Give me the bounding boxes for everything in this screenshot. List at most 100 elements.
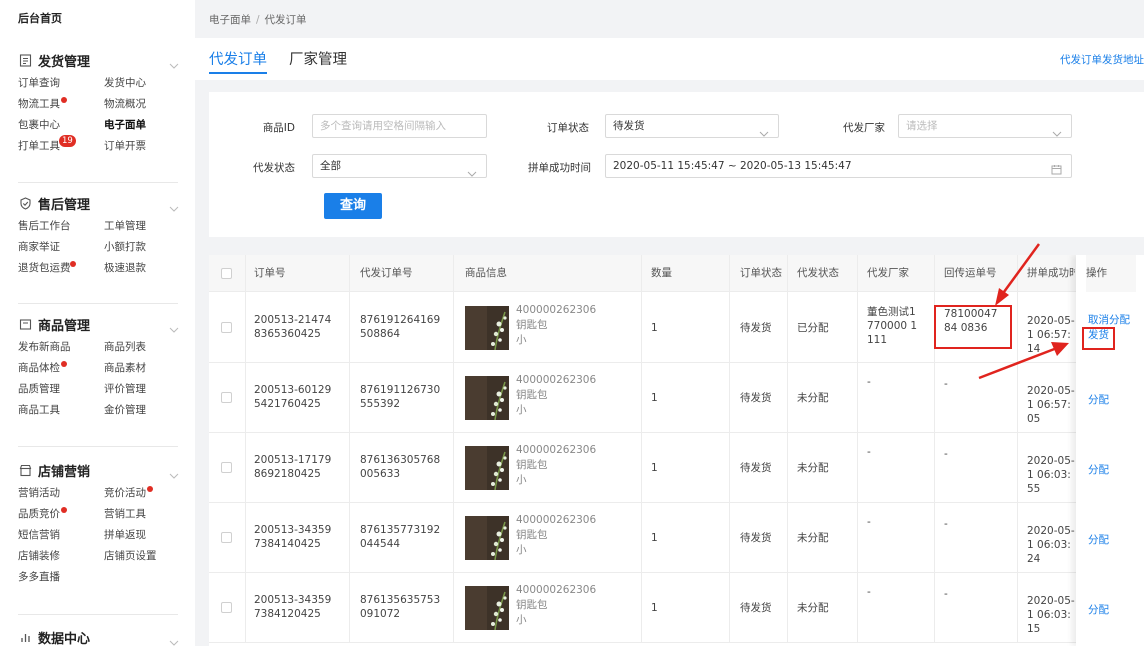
order-status-cell: 待发货	[740, 322, 772, 334]
proxy-order-number-cell: 876135773192044544	[360, 524, 441, 550]
tab-factory-manage[interactable]: 厂家管理	[289, 48, 347, 69]
sidebar-item-store-decoration[interactable]: 店铺装修	[18, 546, 104, 567]
sidebar-item-logistics-tools[interactable]: 物流工具	[18, 94, 104, 115]
sidebar-item-label: 商品体检	[18, 362, 60, 374]
row-checkbox[interactable]	[221, 322, 232, 333]
proxy-order-number-cell: 876191264169508864	[360, 314, 441, 340]
sidebar-item-logistics-overview[interactable]: 物流概况	[104, 94, 190, 115]
annotation-arrow-icon	[978, 243, 1069, 380]
group-success-time-label: 拼单成功时间	[528, 162, 591, 174]
row-checkbox[interactable]	[221, 532, 232, 543]
sidebar-item-merchant-proof[interactable]: 商家举证	[18, 237, 104, 258]
sidebar-item-e-waybill[interactable]: 电子面单	[104, 115, 190, 136]
notification-dot	[147, 486, 153, 492]
sidebar-item-package-center[interactable]: 包裹中心	[18, 115, 104, 136]
sidebar-item-ticket-manage[interactable]: 工单管理	[104, 216, 190, 237]
row-checkbox[interactable]	[221, 602, 232, 613]
sidebar-home-link[interactable]: 后台首页	[18, 10, 62, 26]
product-thumbnail[interactable]	[465, 586, 509, 630]
sidebar-item-after-sales-desk[interactable]: 售后工作台	[18, 216, 104, 237]
assign-button[interactable]: 分配	[1088, 532, 1109, 547]
sidebar-section-header[interactable]: 售后管理	[0, 190, 195, 216]
sidebar-item-cashback[interactable]: 拼单返现	[104, 525, 190, 546]
order-status-cell: 待发货	[740, 532, 772, 544]
sidebar-item-marketing-activity[interactable]: 营销活动	[18, 483, 104, 504]
assign-button[interactable]: 分配	[1088, 392, 1109, 407]
sidebar-item-small-payment[interactable]: 小额打款	[104, 237, 190, 258]
assign-button[interactable]: 分配	[1088, 462, 1109, 477]
product-id: 400000262306	[516, 444, 597, 456]
order-status-select[interactable]: 待发货	[605, 114, 779, 138]
sidebar-item-order-query[interactable]: 订单查询	[18, 73, 104, 94]
sidebar-item-return-shipping[interactable]: 退货包运费	[18, 258, 104, 279]
sidebar-item-sms-marketing[interactable]: 短信营销	[18, 525, 104, 546]
select-all-checkbox[interactable]	[221, 268, 232, 279]
proxy-status-cell: 已分配	[797, 322, 829, 334]
sidebar-item-product-material[interactable]: 商品素材	[104, 358, 190, 379]
row-checkbox[interactable]	[221, 462, 232, 473]
breadcrumb-root[interactable]: 电子面单	[209, 14, 251, 26]
product-thumbnail[interactable]	[465, 446, 509, 490]
product-thumbnail[interactable]	[465, 306, 509, 350]
sidebar-item-product-tools[interactable]: 商品工具	[18, 400, 104, 421]
notification-dot	[70, 261, 76, 267]
product-id: 400000262306	[516, 514, 597, 526]
sidebar-item-label: 品质竞价	[18, 508, 60, 520]
sidebar-section-header[interactable]: 商品管理	[0, 311, 195, 337]
group-success-time-cell: 2020-05-1 06:57:05	[1027, 385, 1075, 425]
product-thumbnail[interactable]	[465, 516, 509, 560]
sidebar-item-quality-bid[interactable]: 品质竞价	[18, 504, 104, 525]
sidebar-item-product-list[interactable]: 商品列表	[104, 337, 190, 358]
proxy-status-select[interactable]: 全部	[312, 154, 487, 178]
sidebar-item-invoice[interactable]: 订单开票	[104, 136, 190, 157]
sidebar-item-label: 物流工具	[18, 98, 60, 110]
sidebar-section-title: 数据中心	[38, 631, 91, 646]
sidebar-item-gold-price[interactable]: 金价管理	[104, 400, 190, 421]
sidebar-item-live-stream[interactable]: 多多直播	[18, 567, 104, 588]
proxy-order-number-cell: 876136305768005633	[360, 454, 441, 480]
chevron-down-icon	[1052, 123, 1062, 137]
sidebar-item-list: 售后工作台 工单管理 商家举证 小额打款 退货包运费 极速退款	[0, 216, 195, 279]
date-range-picker[interactable]: 2020-05-11 15:45:47 ~ 2020-05-13 15:45:4…	[605, 154, 1072, 178]
sidebar-item-list: 营销活动 竞价活动 品质竞价 营销工具 短信营销 拼单返现 店铺装修 店铺页设置…	[0, 483, 195, 588]
product-sku: 小	[516, 544, 527, 556]
sidebar-item-bid-activity[interactable]: 竞价活动	[104, 483, 190, 504]
proxy-status-cell: 未分配	[797, 602, 829, 614]
assign-button[interactable]: 分配	[1088, 602, 1109, 617]
tab-proxy-orders[interactable]: 代发订单	[209, 48, 267, 69]
sidebar-item-shipping-center[interactable]: 发货中心	[104, 73, 190, 94]
column-header: 商品信息	[465, 267, 507, 279]
factory-select[interactable]: 请选择	[898, 114, 1072, 138]
row-checkbox[interactable]	[221, 392, 232, 403]
chevron-down-icon	[169, 54, 179, 73]
proxy-order-number-cell: 876135635753091072	[360, 594, 441, 620]
sidebar-section-header[interactable]: 数据中心	[0, 624, 195, 646]
sidebar-item-quality-manage[interactable]: 品质管理	[18, 379, 104, 400]
product-thumbnail[interactable]	[465, 376, 509, 420]
proxy-shipping-address-link[interactable]: 代发订单发货地址	[1060, 52, 1144, 67]
sidebar-item-label: 退货包运费	[18, 262, 71, 274]
column-divider	[729, 255, 730, 643]
query-button[interactable]: 查询	[324, 193, 382, 219]
sidebar-item-marketing-tools[interactable]: 营销工具	[104, 504, 190, 525]
product-id-input[interactable]: 多个查询请用空格间隔输入	[312, 114, 487, 138]
sidebar-item-print-tools[interactable]: 打单工具 19	[18, 135, 104, 157]
sidebar-item-fast-refund[interactable]: 极速退款	[104, 258, 190, 279]
sidebar-item-label: 竞价活动	[104, 487, 146, 499]
notification-dot	[61, 97, 67, 103]
tracking-number-cell: -	[944, 518, 948, 530]
order-number-cell: 200513-171798692180425	[254, 454, 332, 480]
sidebar-item-review-manage[interactable]: 评价管理	[104, 379, 190, 400]
column-divider	[245, 255, 246, 643]
column-header: 订单状态	[740, 267, 782, 279]
sidebar-item-product-check[interactable]: 商品体检	[18, 358, 104, 379]
shop-icon	[18, 463, 32, 477]
sidebar-section-header[interactable]: 店铺营销	[0, 457, 195, 483]
sidebar-item-store-page-settings[interactable]: 店铺页设置	[104, 546, 190, 567]
product-id: 400000262306	[516, 584, 597, 596]
order-number-cell: 200513-601295421760425	[254, 384, 332, 410]
sidebar-item-publish-product[interactable]: 发布新商品	[18, 337, 104, 358]
cancel-assign-button[interactable]: 取消分配	[1088, 312, 1130, 327]
column-header: 代发状态	[797, 267, 839, 279]
sidebar-section-header[interactable]: 发货管理	[0, 47, 195, 73]
